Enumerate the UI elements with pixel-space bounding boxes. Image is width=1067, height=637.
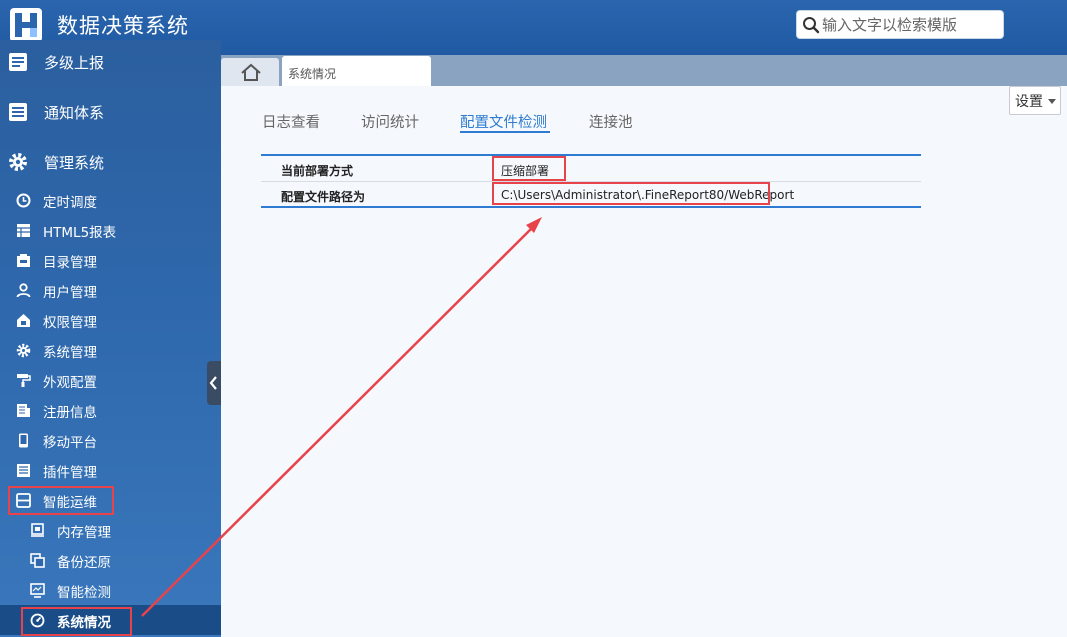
table-row: 当前部署方式 压缩部署 xyxy=(261,156,921,181)
subtab-config-check[interactable]: 配置文件检测 xyxy=(460,111,547,132)
caret-down-icon xyxy=(1048,99,1056,104)
backup-icon xyxy=(30,553,45,568)
sidebar-item-directory[interactable]: 目录管理 xyxy=(0,245,221,275)
config-info-table: 当前部署方式 压缩部署 配置文件路径为 C:\Users\Administrat… xyxy=(261,154,921,208)
tab-system-status[interactable]: 系统情况 xyxy=(282,56,431,86)
search-icon[interactable] xyxy=(802,16,820,34)
chevron-left-icon[interactable] xyxy=(207,361,221,405)
sidebar-item-plugins[interactable]: 插件管理 xyxy=(0,455,221,485)
sidebar-item-management[interactable]: 管理系统 xyxy=(0,141,221,181)
sidebar-item-html5-report[interactable]: HTML5报表 xyxy=(0,215,221,245)
sidebar-item-system[interactable]: 系统管理 xyxy=(0,335,221,365)
app-logo-icon xyxy=(10,8,42,42)
dashboard-icon xyxy=(30,613,45,628)
table-icon xyxy=(17,224,30,237)
report-icon xyxy=(9,53,27,71)
deploy-mode-value: 压缩部署 xyxy=(501,164,550,178)
sidebar-item-smart-ops[interactable]: 智能运维 xyxy=(0,485,221,515)
sidebar-item-multilevel-report[interactable]: 多级上报 xyxy=(0,41,221,81)
settings-icon xyxy=(16,343,31,358)
settings-dropdown-button[interactable]: 设置 xyxy=(1009,86,1061,115)
maintenance-icon xyxy=(16,493,31,508)
gear-icon xyxy=(9,153,27,171)
clock-icon xyxy=(16,193,31,208)
sidebar-item-appearance[interactable]: 外观配置 xyxy=(0,365,221,395)
sidebar-item-smart-check[interactable]: 智能检测 xyxy=(0,575,221,605)
sidebar-item-users[interactable]: 用户管理 xyxy=(0,275,221,305)
subtab-connection-pool[interactable]: 连接池 xyxy=(589,111,633,132)
notice-icon xyxy=(9,103,27,121)
sidebar-item-system-status[interactable]: 系统情况 xyxy=(0,605,221,635)
memory-icon xyxy=(31,523,44,537)
mobile-icon xyxy=(19,433,28,448)
config-path-label: 配置文件路径为 xyxy=(281,190,366,204)
user-icon xyxy=(16,283,31,298)
search-input[interactable] xyxy=(822,14,998,36)
deploy-mode-label: 当前部署方式 xyxy=(281,164,354,178)
tab-home[interactable] xyxy=(221,58,279,86)
subtab-log-view[interactable]: 日志查看 xyxy=(262,111,320,132)
table-row: 配置文件路径为 C:\Users\Administrator\.FineRepo… xyxy=(261,181,921,206)
active-subtab-underline xyxy=(460,131,550,133)
tab-bar: 系统情况 xyxy=(221,55,1067,86)
app-title: 数据决策系统 xyxy=(57,14,189,38)
sidebar-item-mobile[interactable]: 移动平台 xyxy=(0,425,221,455)
monitor-icon xyxy=(30,583,45,598)
home-icon[interactable] xyxy=(240,63,262,82)
sidebar: 多级上报 通知体系 管理系统 定时调度 HTML5报表 目录管理 用户管理 权限… xyxy=(0,40,221,637)
main-content: 设置 日志查看 访问统计 配置文件检测 连接池 当前部署方式 压缩部署 配置文件… xyxy=(221,86,1067,637)
sidebar-item-registration[interactable]: 注册信息 xyxy=(0,395,221,425)
sidebar-item-notification[interactable]: 通知体系 xyxy=(0,91,221,131)
sidebar-item-backup[interactable]: 备份还原 xyxy=(0,545,221,575)
sidebar-item-scheduling[interactable]: 定时调度 xyxy=(0,185,221,215)
sidebar-item-permissions[interactable]: 权限管理 xyxy=(0,305,221,335)
register-icon xyxy=(17,404,30,417)
subtab-access-stats[interactable]: 访问统计 xyxy=(361,111,419,132)
config-path-value: C:\Users\Administrator\.FineReport80/Web… xyxy=(501,188,795,202)
lock-icon xyxy=(17,314,30,327)
paint-roller-icon xyxy=(17,374,31,387)
sidebar-item-memory[interactable]: 内存管理 xyxy=(0,515,221,545)
directory-icon xyxy=(17,254,30,267)
plugin-icon xyxy=(17,464,30,477)
template-search-box[interactable] xyxy=(796,10,1004,39)
sidebar-collapse-handle[interactable] xyxy=(207,361,221,405)
